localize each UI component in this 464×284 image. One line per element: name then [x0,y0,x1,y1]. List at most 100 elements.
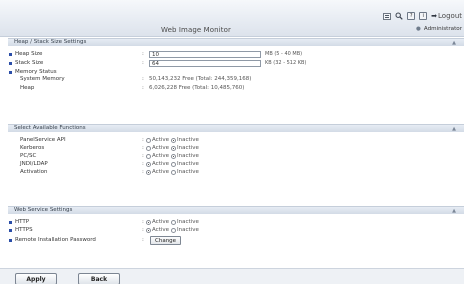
colon: : [142,227,144,233]
active-option[interactable]: Active [146,145,169,151]
colon: : [142,137,144,143]
section-title: Web Service Settings [14,207,73,213]
radio-button[interactable] [146,219,151,225]
option-label: Inactive [177,161,199,167]
colon: : [142,169,144,175]
inactive-option[interactable]: Inactive [171,161,199,167]
required-bullet-icon [9,62,12,65]
active-option[interactable]: Active [146,161,169,167]
active-option[interactable]: Active [146,169,169,175]
footer-bar: Apply Back [0,268,464,284]
colon: : [142,219,144,225]
option-label: Active [152,153,170,159]
option-label: Inactive [177,137,199,143]
https-radio-group: Active Inactive [146,227,199,233]
heap-memory-value: 6,026,228 Free (Total: 10,485,760) [149,85,245,91]
back-button[interactable]: Back [78,273,120,284]
row-remote-password: Remote Installation Password : Change [8,236,458,246]
option-label: Active [152,145,170,151]
header-divider [0,36,464,37]
home-icon[interactable] [383,12,392,20]
function-radio-group: Active Inactive [146,145,199,151]
colon: : [142,161,144,167]
function-radio-group: Active Inactive [146,169,199,175]
collapse-arrow-icon[interactable]: ▲ [452,40,456,46]
active-option[interactable]: Active [146,153,169,159]
change-password-button[interactable]: Change [150,236,182,245]
info-icon[interactable]: i [419,12,428,20]
user-indicator: ● Administrator [416,26,462,32]
radio-button[interactable] [146,169,151,175]
https-active-option[interactable]: Active [146,227,169,233]
radio-button[interactable] [171,153,177,159]
option-label: Active [152,219,170,225]
http-label: HTTP [15,219,30,225]
heap-size-label: Heap Size [15,51,43,57]
heap-size-unit: MB (5 - 40 MB) [265,51,303,57]
radio-button[interactable] [171,227,177,233]
stack-size-input[interactable] [149,60,261,67]
colon: : [142,85,144,91]
help-icon[interactable]: ? [407,12,416,20]
https-inactive-option[interactable]: Inactive [171,227,199,233]
option-label: Inactive [177,145,199,151]
radio-button[interactable] [146,153,151,159]
colon: : [142,60,144,66]
heap-size-input[interactable] [149,51,261,58]
colon: : [142,153,144,159]
header-toolbar: ? i ➡ Logout [383,12,462,20]
system-memory-value: 50,143,232 Free (Total: 244,359,168) [149,76,252,82]
bullet-icon [9,221,12,224]
colon: : [142,51,144,57]
function-radio-group: Active Inactive [146,153,199,159]
row-heap-size: Heap Size : MB (5 - 40 MB) [8,51,458,60]
inactive-option[interactable]: Inactive [171,137,199,143]
section-title: Select Available Functions [14,125,86,131]
option-label: Inactive [177,227,199,233]
option-label: Inactive [177,153,199,159]
logout-link[interactable]: ➡ Logout [431,12,462,20]
radio-button[interactable] [146,227,151,233]
option-label: Active [152,161,170,167]
inactive-option[interactable]: Inactive [171,169,199,175]
bullet-icon [9,239,12,242]
http-active-option[interactable]: Active [146,219,169,225]
apply-button[interactable]: Apply [15,273,57,284]
row-heap-memory: Heap : 6,026,228 Free (Total: 10,485,760… [8,85,458,94]
radio-button[interactable] [171,137,177,143]
row-https: HTTPS : Active Inactive [8,227,458,236]
radio-button[interactable] [146,161,151,167]
colon: : [142,76,144,82]
function-label: JNDI/LDAP [20,161,48,167]
radio-button[interactable] [171,161,177,167]
inactive-option[interactable]: Inactive [171,153,199,159]
radio-button[interactable] [171,145,177,151]
stack-size-label: Stack Size [15,60,44,66]
system-memory-label: System Memory [20,76,65,82]
option-label: Active [152,169,170,175]
section-web-service: Web Service Settings ▲ [8,206,464,214]
https-label: HTTPS [15,227,33,233]
option-label: Inactive [177,219,199,225]
radio-button[interactable] [146,137,151,143]
function-label: Kerberos [20,145,45,151]
person-icon: ● [416,26,421,32]
row-stack-size: Stack Size : KB (32 - 512 KB) [8,60,458,69]
logout-icon: ➡ [431,12,438,20]
collapse-arrow-icon[interactable]: ▲ [452,208,456,214]
section-title: Heap / Stack Size Settings [14,39,87,45]
collapse-arrow-icon[interactable]: ▲ [452,126,456,132]
option-label: Active [152,137,170,143]
colon: : [142,145,144,151]
user-name: Administrator [423,26,462,32]
required-bullet-icon [9,53,12,56]
radio-button[interactable] [146,145,151,151]
radio-button[interactable] [171,169,177,175]
http-inactive-option[interactable]: Inactive [171,219,199,225]
option-label: Inactive [177,169,199,175]
search-icon[interactable] [395,12,403,20]
active-option[interactable]: Active [146,137,169,143]
radio-button[interactable] [171,219,177,225]
inactive-option[interactable]: Inactive [171,145,199,151]
remote-password-label: Remote Installation Password [15,237,96,243]
